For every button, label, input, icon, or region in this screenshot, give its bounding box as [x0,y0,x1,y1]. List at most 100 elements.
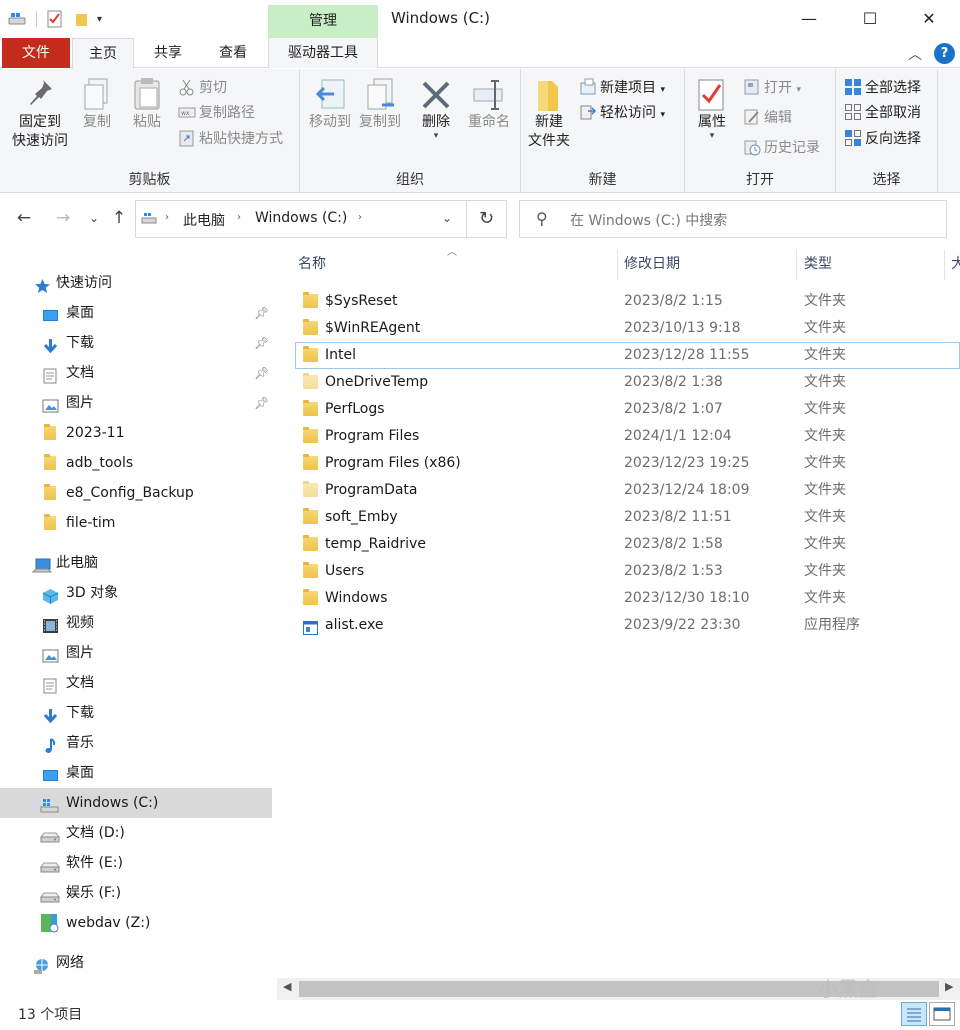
recent-locations-button[interactable]: ⌄ [83,211,105,225]
tab-view[interactable]: 查看 [206,38,260,68]
nav-item-folder-file-tim[interactable]: file-tim [0,508,272,538]
column-header-size[interactable]: 大 [951,250,960,280]
column-header-date[interactable]: 修改日期 [624,250,680,280]
scroll-right-icon[interactable]: ▶ [945,980,953,993]
large-icons-view-button[interactable] [929,1002,955,1026]
properties-button[interactable]: 属性 ▾ [691,77,733,141]
minimize-button[interactable]: — [780,2,838,36]
tab-file[interactable]: 文件 [2,38,70,68]
copy-path-button[interactable]: wx 复制路径 [178,102,255,124]
tab-share[interactable]: 共享 [142,38,194,68]
file-row[interactable]: Windows 2023/12/30 18:10 文件夹 [295,585,960,612]
address-bar[interactable]: › 此电脑 › Windows (C:) › ⌄ [135,200,467,238]
nav-item-drive-e[interactable]: 软件 (E:) [0,848,272,878]
nav-item-videos[interactable]: 视频 [0,608,272,638]
breadcrumb-separator-icon[interactable]: › [237,212,241,223]
nav-item-folder-e8-config-backup[interactable]: e8_Config_Backup [0,478,272,508]
nav-item-windows-c[interactable]: Windows (C:) [0,788,272,818]
paste-shortcut-button[interactable]: 粘贴快捷方式 [178,128,283,150]
new-folder-qa-icon[interactable] [75,11,89,27]
details-view-button[interactable] [901,1002,927,1026]
edit-button[interactable]: 编辑 [743,107,792,129]
column-header-name[interactable]: 名称 [298,250,326,280]
tab-drive-tools[interactable]: 驱动器工具 [268,38,378,68]
nav-quick-access[interactable]: 快速访问 [0,268,272,298]
nav-item-music[interactable]: 音乐 [0,728,272,758]
rename-button[interactable]: 重命名 [462,77,516,132]
nav-item-pictures-pc[interactable]: 图片 [0,638,272,668]
nav-network[interactable]: 网络 [0,948,272,978]
nav-item-desktop-pc[interactable]: 桌面 [0,758,272,788]
breadcrumb-this-pc[interactable]: 此电脑 [183,210,225,230]
copy-button[interactable]: 复制 [76,77,118,132]
file-row[interactable]: ProgramData 2023/12/24 18:09 文件夹 [295,477,960,504]
column-divider[interactable] [796,250,797,280]
file-row[interactable]: soft_Emby 2023/8/2 11:51 文件夹 [295,504,960,531]
scroll-left-icon[interactable]: ◀ [283,980,291,993]
file-row[interactable]: Intel 2023/12/28 11:55 文件夹 [295,342,960,369]
address-dropdown-icon[interactable]: ⌄ [442,211,452,225]
invert-selection-button[interactable]: 反向选择 [844,128,921,150]
file-row[interactable]: temp_Raidrive 2023/8/2 1:58 文件夹 [295,531,960,558]
nav-item-documents[interactable]: 文档 📌︎ [0,358,272,388]
delete-button[interactable]: 删除 ▾ [416,77,456,141]
refresh-button[interactable]: ↻ [467,200,507,238]
pin-icon[interactable]: 📌︎ [254,388,269,418]
delete-dropdown-icon[interactable]: ▾ [416,132,456,141]
copy-to-button[interactable]: 复制到 [356,77,404,132]
properties-qa-icon[interactable] [47,10,63,28]
nav-item-downloads[interactable]: 下载 📌︎ [0,328,272,358]
nav-item-3d-objects[interactable]: 3D 对象 [0,578,272,608]
tab-home[interactable]: 主页 [72,38,134,69]
file-row[interactable]: Program Files 2024/1/1 12:04 文件夹 [295,423,960,450]
open-button[interactable]: 打开 ▾ [743,77,801,99]
up-button[interactable]: ↑ [108,208,130,228]
nav-item-pictures[interactable]: 图片 📌︎ [0,388,272,418]
customize-qa-icon[interactable]: ▾ [97,14,102,25]
column-divider[interactable] [944,250,945,280]
file-row[interactable]: $SysReset 2023/8/2 1:15 文件夹 [295,288,960,315]
back-button[interactable]: ← [13,208,35,228]
breadcrumb-separator-icon[interactable]: › [165,212,169,223]
column-divider[interactable] [617,250,618,280]
nav-item-drive-d[interactable]: 文档 (D:) [0,818,272,848]
pin-icon[interactable]: 📌︎ [254,358,269,388]
help-button[interactable]: ? [934,43,955,64]
cut-button[interactable]: 剪切 [178,77,227,99]
forward-button[interactable]: → [52,208,74,228]
nav-item-desktop[interactable]: 桌面 📌︎ [0,298,272,328]
pin-quick-access-button[interactable]: 固定到 快速访问 [6,77,74,151]
nav-item-downloads-pc[interactable]: 下载 [0,698,272,728]
close-button[interactable]: ✕ [900,2,958,36]
file-row[interactable]: PerfLogs 2023/8/2 1:07 文件夹 [295,396,960,423]
nav-item-webdav-z[interactable]: webdav (Z:) [0,908,272,938]
tab-manage[interactable]: 管理 [268,5,378,38]
collapse-ribbon-icon[interactable]: ︿ [908,44,922,64]
nav-item-folder-adb-tools[interactable]: adb_tools [0,448,272,478]
select-none-button[interactable]: 全部取消 [844,102,921,124]
pin-icon[interactable]: 📌︎ [254,328,269,358]
file-row[interactable]: alist.exe 2023/9/22 23:30 应用程序 [295,612,960,639]
easy-access-button[interactable]: 轻松访问 ▾ [579,102,665,124]
search-input[interactable]: 在 Windows (C:) 中搜索 [570,210,727,230]
nav-item-drive-f[interactable]: 娱乐 (F:) [0,878,272,908]
drive-small-icon[interactable] [8,11,28,27]
maximize-button[interactable]: ☐ [841,2,899,36]
file-row[interactable]: OneDriveTemp 2023/8/2 1:38 文件夹 [295,369,960,396]
breadcrumb-windows-c[interactable]: Windows (C:) [255,210,347,226]
file-row[interactable]: Program Files (x86) 2023/12/23 19:25 文件夹 [295,450,960,477]
paste-button[interactable]: 粘贴 [126,77,168,132]
nav-this-pc[interactable]: 此电脑 [0,548,272,578]
nav-item-folder-2023-11[interactable]: 2023-11 [0,418,272,448]
file-row[interactable]: $WinREAgent 2023/10/13 9:18 文件夹 [295,315,960,342]
move-to-button[interactable]: 移动到 [306,77,354,132]
pin-icon[interactable]: 📌︎ [254,298,269,328]
properties-dropdown-icon[interactable]: ▾ [691,132,733,141]
new-item-button[interactable]: 新建项目 ▾ [579,77,665,99]
search-box[interactable]: ⚲ 在 Windows (C:) 中搜索 [519,200,947,238]
nav-item-documents-pc[interactable]: 文档 [0,668,272,698]
column-header-type[interactable]: 类型 [804,250,832,280]
history-button[interactable]: 历史记录 [743,137,820,159]
file-row[interactable]: Users 2023/8/2 1:53 文件夹 [295,558,960,585]
new-folder-button[interactable]: 新建 文件夹 [525,77,573,151]
